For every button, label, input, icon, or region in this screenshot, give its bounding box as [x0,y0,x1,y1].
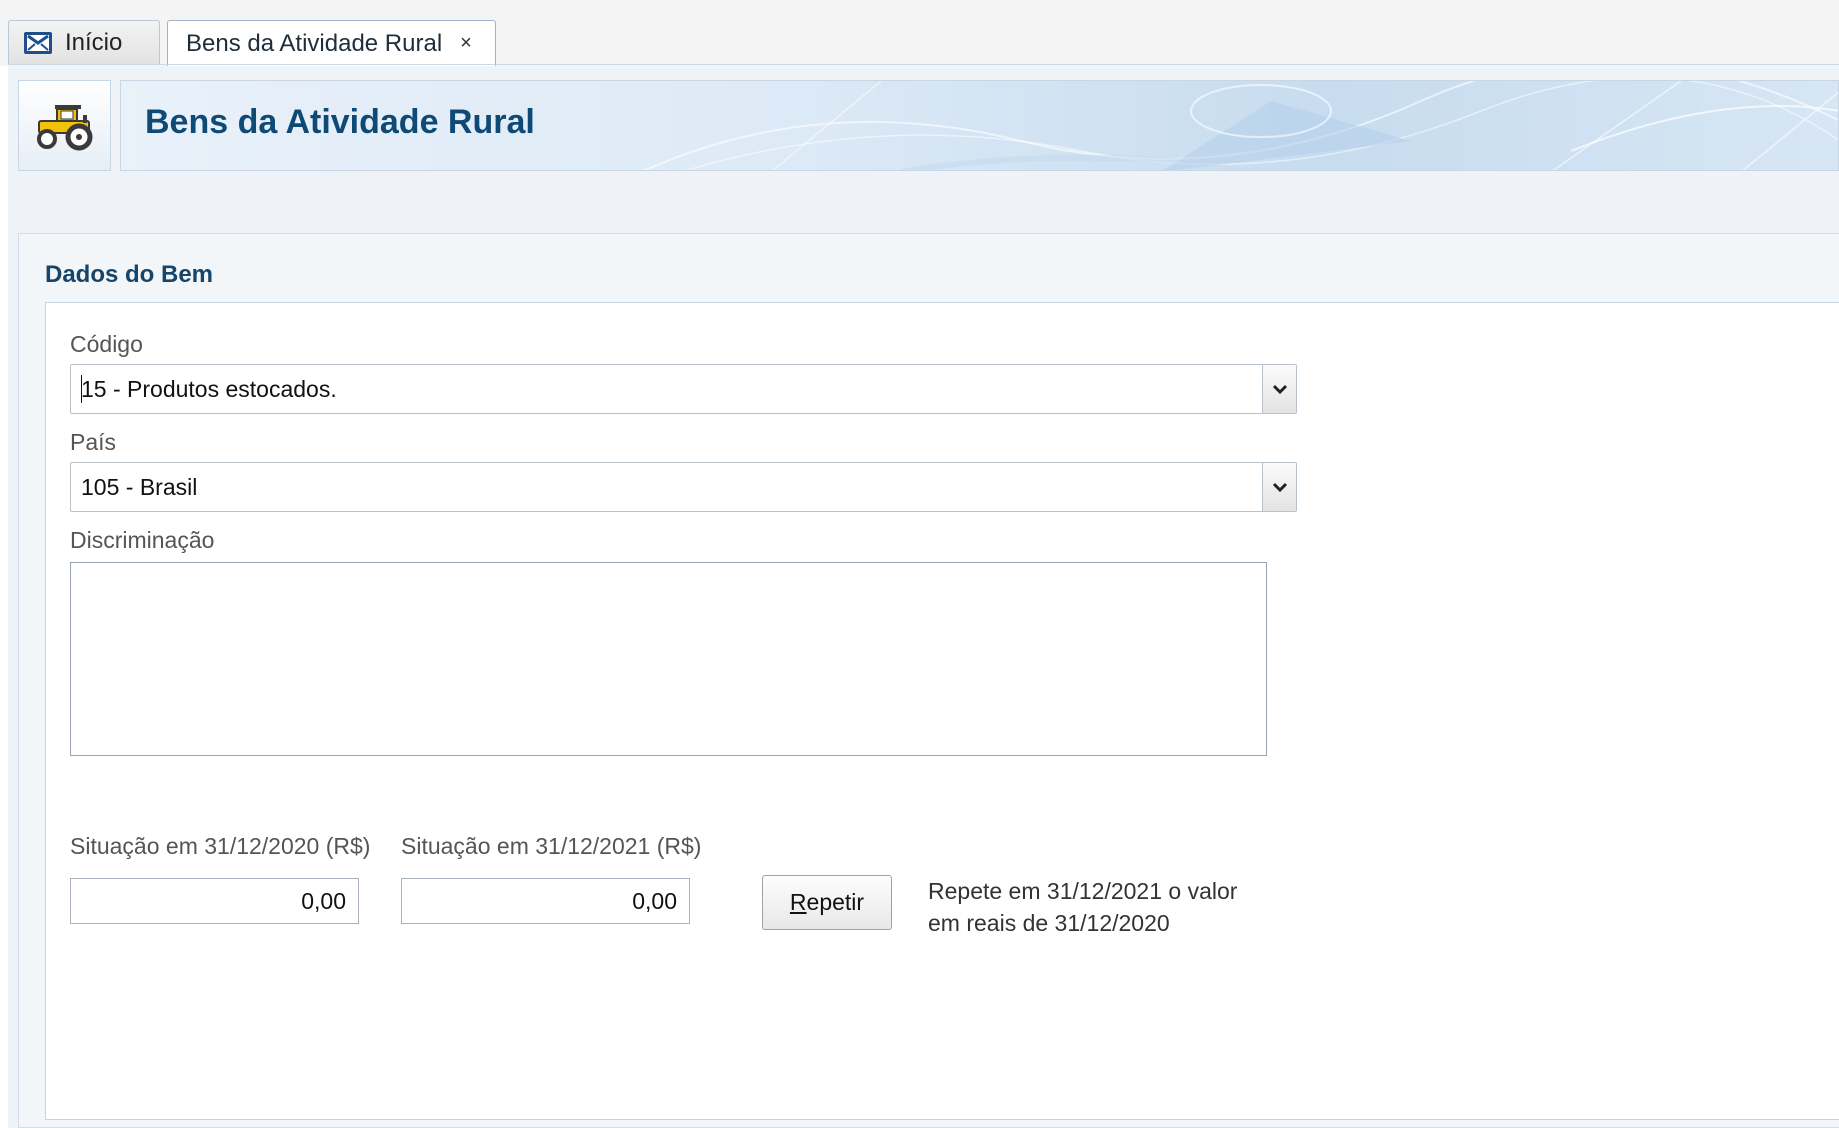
situacao-2021-input[interactable] [401,878,690,924]
repetir-button[interactable]: Repetir [762,875,892,930]
tab-divider [8,64,1839,65]
header-icon-box [18,80,111,171]
chevron-down-icon [1272,482,1287,493]
pais-value: 105 - Brasil [81,474,198,500]
repetir-mnemonic: R [789,889,807,915]
dados-do-bem-panel: Dados do Bem Código 15 - Produtos estoca… [18,233,1839,1128]
situacao-2020-label: Situação em 31/12/2020 (R$) [70,833,371,859]
section-title: Dados do Bem [45,261,214,288]
chevron-down-icon [1272,384,1287,395]
tab-inicio[interactable]: Início [8,20,160,65]
pais-select[interactable]: 105 - Brasil [70,462,1297,512]
repetir-help-line-1: Repete em 31/12/2021 o valor [928,878,1238,904]
discriminacao-label: Discriminação [70,527,215,553]
codigo-label: Código [70,331,143,357]
pais-dropdown-button[interactable] [1262,463,1296,511]
tab-bens-atividade-rural[interactable]: Bens da Atividade Rural × [167,20,496,66]
receita-home-icon [23,30,53,56]
repetir-label: epetir [806,889,865,915]
page-title: Bens da Atividade Rural [145,103,535,141]
form-area: Código 15 - Produtos estocados. País 105… [45,303,1839,1120]
discriminacao-textarea[interactable] [70,562,1267,756]
codigo-select[interactable]: 15 - Produtos estocados. [70,364,1297,414]
tab-bens-label: Bens da Atividade Rural [186,29,443,57]
codigo-value: 15 - Produtos estocados. [81,376,337,402]
situacao-2020-input[interactable] [70,878,359,924]
tab-bar: Início Bens da Atividade Rural × [0,0,1839,66]
tractor-icon [36,104,92,150]
repetir-help-line-2: em reais de 31/12/2020 [928,910,1170,936]
pais-label: País [70,429,117,455]
header-banner: Bens da Atividade Rural [120,80,1839,171]
situacao-2021-label: Situação em 31/12/2021 (R$) [401,833,702,859]
repetir-help-text: Repete em 31/12/2021 o valor em reais de… [928,875,1288,939]
text-caret [81,375,82,403]
codigo-dropdown-button[interactable] [1262,365,1296,413]
close-tab-icon[interactable]: × [460,32,472,55]
tab-inicio-label: Início [65,29,123,56]
